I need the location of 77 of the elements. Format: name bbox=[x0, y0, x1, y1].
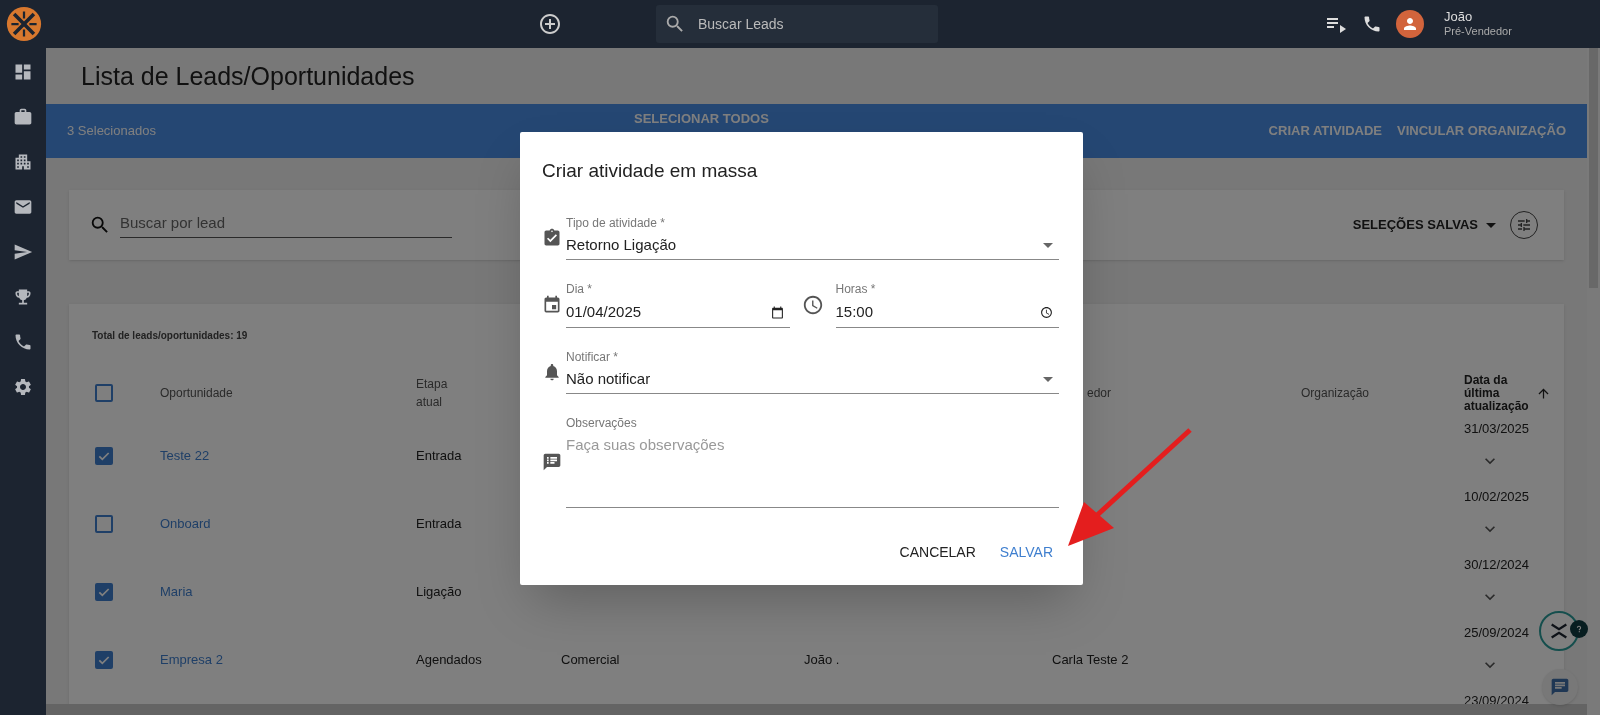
phone-icon[interactable] bbox=[1362, 14, 1382, 34]
field-label: Dia * bbox=[566, 281, 593, 296]
select-field[interactable]: Não notificar bbox=[566, 365, 1059, 394]
save-button[interactable]: SALVAR bbox=[991, 536, 1061, 569]
saved-selections-button[interactable]: SELEÇÕES SALVAS bbox=[1352, 215, 1496, 235]
table-cell: Ligação bbox=[416, 584, 462, 600]
notes-icon bbox=[542, 451, 562, 472]
column-header: Oportunidade bbox=[160, 385, 234, 402]
table-cell: Entrada bbox=[416, 516, 462, 532]
table-cell: Entrada bbox=[416, 448, 462, 464]
search-field[interactable]: Buscar Leads bbox=[698, 13, 918, 35]
checkbox[interactable] bbox=[95, 651, 113, 669]
select-all-button[interactable]: SELECIONAR TODOS bbox=[634, 112, 769, 126]
opportunity-link[interactable]: Onboard bbox=[160, 516, 211, 532]
calendar-icon bbox=[542, 294, 562, 315]
add-icon[interactable] bbox=[538, 12, 562, 36]
table-cell: Agendados bbox=[416, 652, 482, 668]
lead-search-field[interactable]: Buscar por lead bbox=[120, 212, 452, 238]
time-field[interactable]: 15:00 bbox=[835, 297, 1059, 328]
clock-icon bbox=[801, 293, 824, 316]
trophy-icon[interactable] bbox=[13, 287, 33, 307]
notes-field[interactable]: Faça suas observações bbox=[566, 433, 1059, 508]
sliders-icon bbox=[1516, 217, 1532, 233]
checkbox[interactable] bbox=[95, 384, 113, 402]
logo-icon bbox=[6, 6, 42, 42]
settings-icon[interactable] bbox=[13, 377, 33, 397]
search-icon bbox=[664, 13, 686, 35]
caret-icon bbox=[1043, 376, 1053, 382]
column-header: Etapa atual bbox=[416, 376, 449, 411]
cancel-button[interactable]: CANCELAR bbox=[891, 536, 984, 569]
field-label: Tipo de atividade * bbox=[566, 215, 666, 230]
search-bar[interactable]: Buscar Leads bbox=[656, 5, 938, 43]
clipboard-check-icon bbox=[542, 227, 562, 248]
total-count: Total de leads/oportunidades: 19 bbox=[92, 329, 248, 343]
clock-icon bbox=[1040, 305, 1053, 319]
phone-icon[interactable] bbox=[13, 332, 33, 352]
table-cell-text: 10/02/2025 bbox=[1464, 488, 1530, 506]
field-label: Observações bbox=[566, 415, 638, 430]
action-button[interactable]: CRIAR ATIVIDADE bbox=[1268, 121, 1382, 141]
caret-icon bbox=[1486, 222, 1496, 228]
checkbox[interactable] bbox=[95, 583, 113, 601]
action-button[interactable]: VINCULAR ORGANIZAÇÃO bbox=[1397, 121, 1566, 141]
user-role: Pré-Vendedor bbox=[1444, 24, 1512, 38]
chat-icon bbox=[1550, 677, 1570, 697]
table-cell-text: 30/12/2024 bbox=[1464, 556, 1530, 574]
caret-icon bbox=[1043, 242, 1053, 248]
select-field[interactable]: Retorno Ligação bbox=[566, 231, 1059, 260]
column-header: edor bbox=[1086, 385, 1113, 402]
mail-icon[interactable] bbox=[13, 197, 33, 217]
search-icon bbox=[89, 214, 111, 236]
selection-count: 3 Selecionados bbox=[67, 122, 157, 141]
table-cell-text: 31/03/2025 bbox=[1464, 420, 1530, 438]
table-cell: João . bbox=[804, 652, 840, 668]
field-label: Horas * bbox=[835, 281, 877, 296]
dialog-title: Criar atividade em massa bbox=[542, 159, 759, 183]
opportunity-link[interactable]: Maria bbox=[160, 584, 193, 600]
page-title: Lista de Leads/Oportunidades bbox=[80, 61, 416, 92]
opportunity-link[interactable]: Teste 22 bbox=[160, 448, 210, 464]
column-header: Organização bbox=[1301, 385, 1371, 402]
table-cell: Comercial bbox=[561, 652, 620, 668]
user-name: João bbox=[1444, 10, 1474, 24]
bell-icon bbox=[542, 361, 562, 382]
briefcase-icon[interactable] bbox=[13, 107, 33, 127]
date-field[interactable]: 01/04/2025 bbox=[566, 297, 790, 328]
calendar-icon bbox=[770, 305, 784, 319]
column-header[interactable]: Data da última atualização bbox=[1464, 373, 1534, 413]
send-icon[interactable] bbox=[13, 242, 33, 262]
checkbox[interactable] bbox=[95, 515, 113, 533]
horizontal-scrollbar[interactable] bbox=[46, 704, 1587, 715]
dashboard-icon[interactable] bbox=[13, 62, 33, 82]
table-cell-text: 25/09/2024 bbox=[1464, 624, 1530, 642]
table-cell: Carla Teste 2 bbox=[1052, 652, 1129, 668]
opportunity-link[interactable]: Empresa 2 bbox=[160, 652, 223, 668]
field-label: Notificar * bbox=[566, 349, 619, 364]
avatar-icon[interactable] bbox=[1396, 10, 1424, 38]
building-icon[interactable] bbox=[13, 152, 33, 172]
checkbox[interactable] bbox=[95, 447, 113, 465]
